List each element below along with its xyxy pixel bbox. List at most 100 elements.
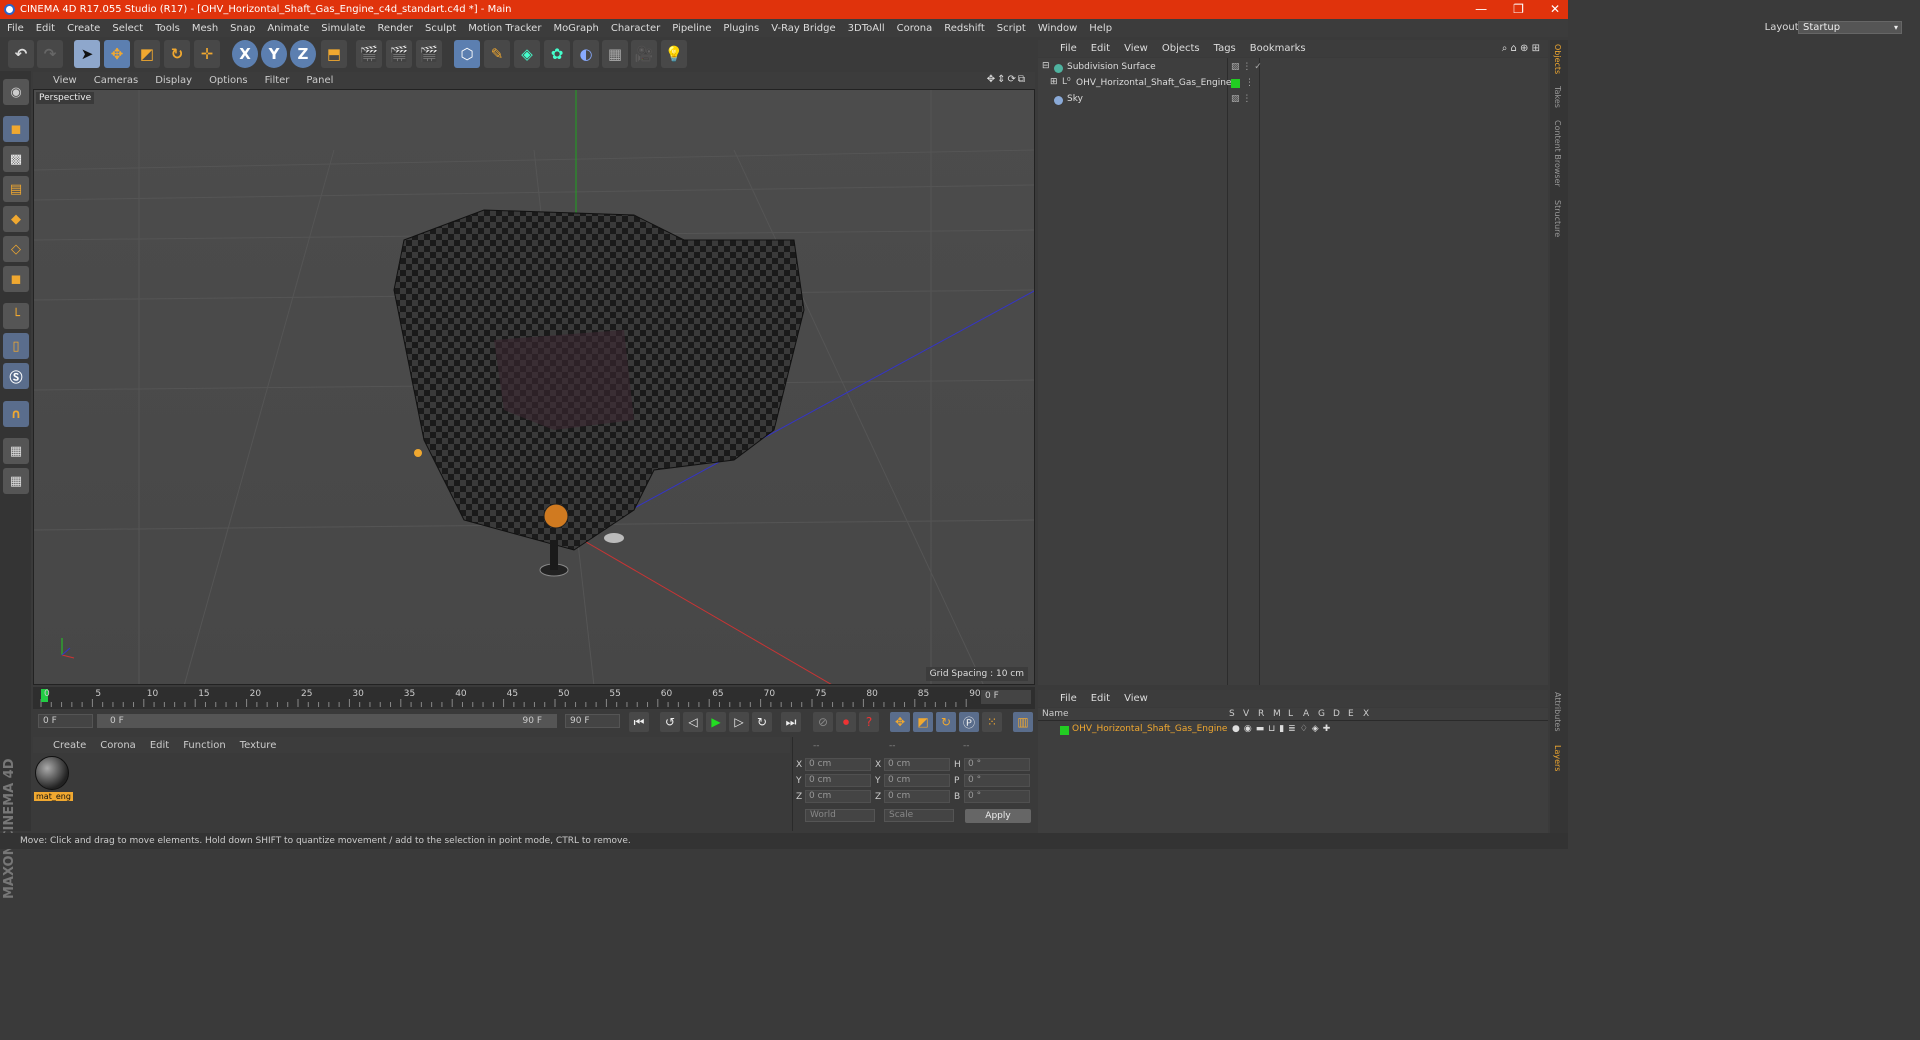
next-key-button[interactable]: ↻	[752, 712, 772, 732]
scale-tool-button[interactable]: ◩	[134, 40, 160, 68]
coordinate-system-button[interactable]: ⬒	[321, 40, 347, 68]
position-z-field[interactable]: 0 cm	[805, 790, 871, 803]
add-deformer-button[interactable]: ◐	[573, 40, 599, 68]
material-preview-sphere[interactable]	[35, 756, 69, 790]
menu-corona[interactable]: Corona	[897, 23, 933, 34]
om-menu-view[interactable]: View	[1124, 43, 1148, 54]
layer-col-locked[interactable]: L	[1288, 709, 1293, 719]
add-spline-button[interactable]: ✎	[484, 40, 510, 68]
layer-col-animation[interactable]: A	[1303, 709, 1309, 719]
lm-menu-edit[interactable]: Edit	[1091, 693, 1110, 704]
viewport-menu-panel[interactable]: Panel	[306, 75, 333, 86]
menu-vray-bridge[interactable]: V-Ray Bridge	[771, 23, 835, 34]
z-axis-lock-button[interactable]: Z	[290, 40, 316, 68]
layer-row[interactable]: OHV_Horizontal_Shaft_Gas_Engine ●◉▬⊔▮≣♢◈…	[1038, 723, 1548, 737]
menu-character[interactable]: Character	[611, 23, 660, 34]
polygons-mode-button[interactable]: ◼	[3, 266, 29, 292]
add-cube-button[interactable]: ⬡	[454, 40, 480, 68]
rotation-h-field[interactable]: 0 °	[964, 758, 1030, 771]
viewport-menu-display[interactable]: Display	[155, 75, 192, 86]
viewport-menu-cameras[interactable]: Cameras	[94, 75, 138, 86]
prev-frame-button[interactable]: ◁	[683, 712, 703, 732]
object-name[interactable]: Subdivision Surface	[1067, 62, 1156, 72]
menu-render[interactable]: Render	[377, 23, 413, 34]
material-menu-create[interactable]: Create	[53, 740, 86, 751]
menu-motion-tracker[interactable]: Motion Tracker	[468, 23, 541, 34]
menu-3dtoall[interactable]: 3DToAll	[848, 23, 885, 34]
menu-sculpt[interactable]: Sculpt	[425, 23, 456, 34]
points-mode-button[interactable]: ◆	[3, 206, 29, 232]
menu-help[interactable]: Help	[1089, 23, 1112, 34]
redo-button[interactable]: ↷	[37, 40, 63, 68]
restore-button[interactable]: ❐	[1513, 2, 1524, 16]
lm-menu-view[interactable]: View	[1124, 693, 1148, 704]
visibility-toggle-icon[interactable]: ▨ ⋮	[1231, 94, 1251, 104]
menu-simulate[interactable]: Simulate	[321, 23, 365, 34]
om-menu-objects[interactable]: Objects	[1162, 43, 1200, 54]
goto-start-button[interactable]: ⏮	[629, 712, 649, 732]
viewport-menu-view[interactable]: View	[53, 75, 77, 86]
tab-content-browser[interactable]: Content Browser	[1553, 120, 1562, 187]
add-generator-button[interactable]: ◈	[514, 40, 540, 68]
magnet-button[interactable]: ∩	[3, 401, 29, 427]
key-rotation-button[interactable]: ↻	[936, 712, 956, 732]
timeline-current-frame[interactable]: 0 F	[981, 690, 1031, 704]
live-selection-button[interactable]: ➤	[74, 40, 100, 68]
apply-button[interactable]: Apply	[965, 809, 1031, 823]
y-axis-lock-button[interactable]: Y	[261, 40, 287, 68]
position-y-field[interactable]: 0 cm	[805, 774, 871, 787]
prev-key-button[interactable]: ↺	[660, 712, 680, 732]
edges-mode-button[interactable]: ◇	[3, 236, 29, 262]
layer-col-xref[interactable]: X	[1363, 709, 1369, 719]
snap-button[interactable]: Ⓢ	[3, 363, 29, 389]
frame-range-slider[interactable]: 0 F 90 F	[97, 714, 557, 728]
om-search-home-icons[interactable]: ⌕ ⌂ ⊕ ⊞	[1502, 43, 1540, 54]
menu-mograph[interactable]: MoGraph	[553, 23, 598, 34]
visibility-toggle-icon[interactable]: ▨ ⋮ ✓	[1231, 62, 1262, 72]
om-menu-tags[interactable]: Tags	[1214, 43, 1236, 54]
expand-icon[interactable]: ⊞	[1050, 77, 1058, 87]
add-light-button[interactable]: 💡	[661, 40, 687, 68]
size-y-field[interactable]: 0 cm	[884, 774, 950, 787]
rotation-p-field[interactable]: 0 °	[964, 774, 1030, 787]
keyframe-selection-button[interactable]: ?	[859, 712, 879, 732]
menu-pipeline[interactable]: Pipeline	[672, 23, 711, 34]
end-frame-field[interactable]: 90 F	[565, 714, 620, 728]
material-menu-edit[interactable]: Edit	[150, 740, 169, 751]
enable-axis-button[interactable]: └	[3, 303, 29, 329]
lock-workplane-button[interactable]: ▦	[3, 438, 29, 464]
tab-takes[interactable]: Takes	[1553, 86, 1562, 108]
object-name[interactable]: Sky	[1067, 94, 1083, 104]
goto-end-button[interactable]: ⏭	[781, 712, 801, 732]
object-row[interactable]: ⊞ L⁰ OHV_Horizontal_Shaft_Gas_Engine ⋮	[1038, 76, 1548, 92]
rotate-tool-button[interactable]: ↻	[164, 40, 190, 68]
undo-button[interactable]: ↶	[8, 40, 34, 68]
menu-snap[interactable]: Snap	[230, 23, 255, 34]
texture-mode-button[interactable]: ▩	[3, 146, 29, 172]
add-floor-button[interactable]: ▦	[602, 40, 628, 68]
make-editable-button[interactable]: ◉	[3, 79, 29, 105]
play-button[interactable]: ▶	[706, 712, 726, 732]
transform-tool-button[interactable]: ✛	[194, 40, 220, 68]
om-menu-file[interactable]: File	[1060, 43, 1077, 54]
om-menu-bookmarks[interactable]: Bookmarks	[1250, 43, 1306, 54]
planar-workplane-button[interactable]: ▦	[3, 468, 29, 494]
menu-file[interactable]: File	[7, 23, 24, 34]
timeline-window-button[interactable]: ▥	[1013, 712, 1033, 732]
tab-layers[interactable]: Layers	[1553, 745, 1562, 771]
layer-col-render[interactable]: R	[1258, 709, 1264, 719]
viewport-menu-filter[interactable]: Filter	[265, 75, 290, 86]
size-z-field[interactable]: 0 cm	[884, 790, 950, 803]
menu-window[interactable]: Window	[1038, 23, 1077, 34]
next-frame-button[interactable]: ▷	[729, 712, 749, 732]
tab-objects[interactable]: Objects	[1553, 44, 1562, 74]
viewport-menu-options[interactable]: Options	[209, 75, 248, 86]
menu-redshift[interactable]: Redshift	[944, 23, 985, 34]
minimize-button[interactable]: —	[1475, 2, 1487, 16]
key-position-button[interactable]: ✥	[890, 712, 910, 732]
start-frame-field[interactable]: 0 F	[38, 714, 93, 728]
rotation-b-field[interactable]: 0 °	[964, 790, 1030, 803]
object-row[interactable]: Sky ▨ ⋮	[1038, 92, 1548, 108]
layer-col-expressions[interactable]: E	[1348, 709, 1354, 719]
record-keys-button[interactable]: ⊘	[813, 712, 833, 732]
